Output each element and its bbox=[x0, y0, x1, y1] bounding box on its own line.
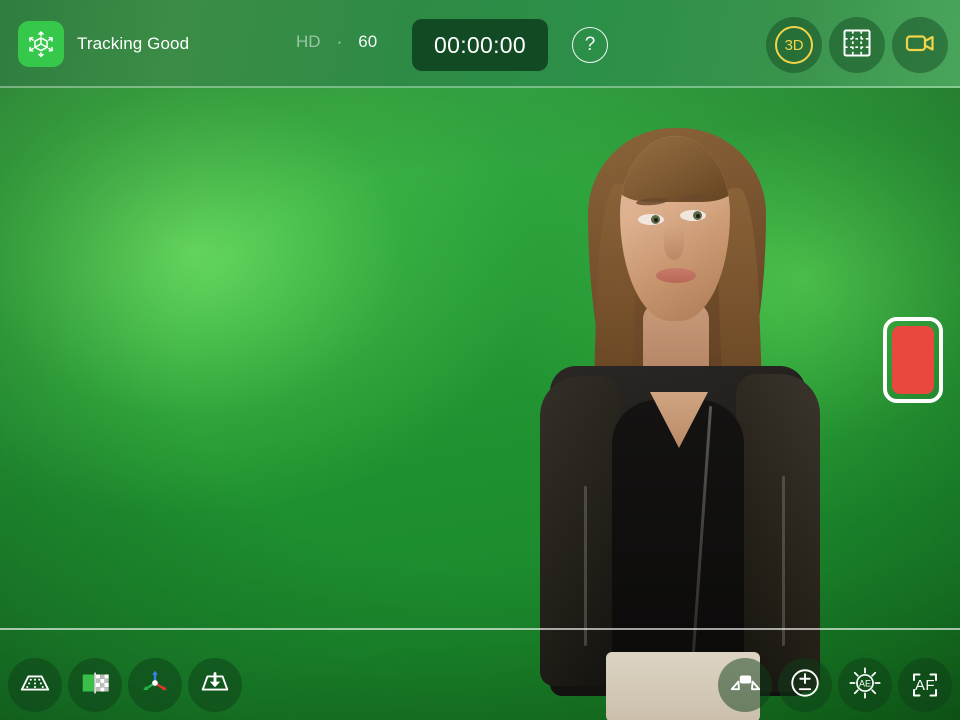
timer-value: 00:00:00 bbox=[434, 31, 526, 58]
question-mark-icon: ? bbox=[584, 34, 596, 55]
three-d-mode-icon: 3D bbox=[775, 26, 813, 64]
video-camera-icon bbox=[903, 26, 937, 65]
jacket-arm-right bbox=[736, 374, 820, 692]
top-toolbar: Tracking Good HD · 60 00:00:00 ? 3D bbox=[0, 0, 960, 88]
resolution-label: HD bbox=[296, 32, 321, 51]
record-indicator bbox=[892, 326, 934, 394]
auto-focus-bracket-icon: AF bbox=[907, 667, 943, 703]
svg-text:AE: AE bbox=[859, 678, 871, 688]
axis-gizmo-button[interactable] bbox=[128, 658, 182, 712]
auto-focus-label: AF bbox=[915, 676, 935, 694]
import-download-icon bbox=[198, 666, 232, 705]
lips bbox=[656, 268, 696, 283]
import-asset-button[interactable] bbox=[188, 658, 242, 712]
three-axis-gizmo-icon bbox=[138, 666, 172, 705]
grid-overlay-button[interactable] bbox=[829, 17, 885, 73]
recording-timer: 00:00:00 bbox=[412, 19, 548, 71]
chroma-key-button[interactable] bbox=[68, 658, 122, 712]
eye-left bbox=[638, 214, 664, 225]
auto-focus-button[interactable]: AF bbox=[898, 658, 952, 712]
hair-top bbox=[620, 136, 730, 202]
capture-format-group[interactable]: HD · 60 bbox=[296, 32, 377, 52]
camera-mode-button[interactable] bbox=[892, 17, 948, 73]
jacket-arm-left bbox=[540, 376, 620, 686]
three-d-mode-button[interactable]: 3D bbox=[766, 17, 822, 73]
record-button[interactable] bbox=[883, 317, 943, 403]
lens-select-icon bbox=[728, 666, 762, 705]
grid-overlay-icon bbox=[841, 27, 873, 64]
eye-right bbox=[680, 210, 706, 221]
framerate-label: 60 bbox=[358, 32, 378, 51]
format-separator: · bbox=[336, 32, 343, 51]
sleeve-highlight-left bbox=[584, 486, 587, 646]
feature-points-plane-icon bbox=[18, 666, 52, 705]
bottom-left-toolbar bbox=[8, 658, 242, 712]
nose bbox=[664, 228, 684, 260]
feature-points-button[interactable] bbox=[8, 658, 62, 712]
tracking-status-label: Tracking Good bbox=[77, 34, 190, 53]
sleeve-highlight-right bbox=[782, 476, 785, 646]
help-button[interactable]: ? bbox=[572, 27, 608, 63]
tracking-status-group[interactable]: Tracking Good bbox=[18, 21, 189, 67]
camera-viewport[interactable] bbox=[0, 88, 960, 720]
auto-exposure-sun-icon: AE bbox=[847, 665, 883, 706]
bottom-right-toolbar: AE AF bbox=[718, 658, 952, 712]
subject-person bbox=[468, 88, 888, 720]
chroma-key-toggle-icon bbox=[78, 666, 112, 705]
plus-minus-exposure-icon bbox=[788, 666, 822, 705]
lens-select-button[interactable] bbox=[718, 658, 772, 712]
ar-camera-app: Tracking Good HD · 60 00:00:00 ? 3D AE A… bbox=[0, 0, 960, 720]
top-right-button-group: 3D bbox=[766, 17, 948, 73]
ar-tracking-cube-icon bbox=[18, 21, 64, 67]
auto-exposure-button[interactable]: AE bbox=[838, 658, 892, 712]
exposure-compensation-button[interactable] bbox=[778, 658, 832, 712]
